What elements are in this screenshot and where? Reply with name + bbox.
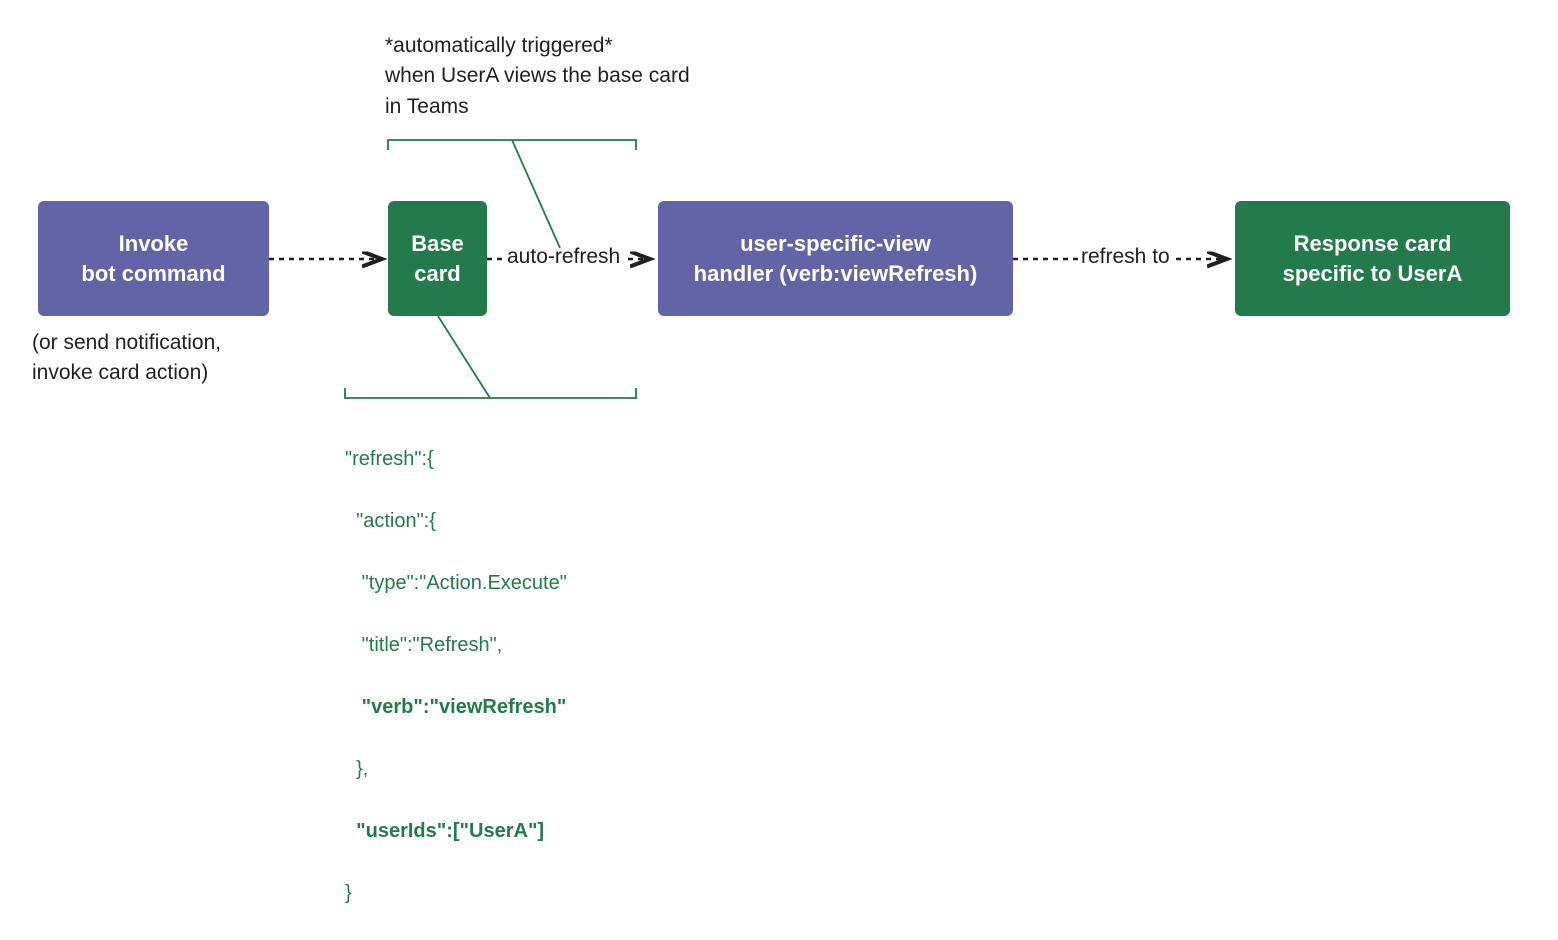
node-response-card: Response card specific to UserA — [1235, 201, 1510, 316]
node-handler-line1: user-specific-view — [694, 229, 978, 259]
json-line-4: "title":"Refresh", — [345, 630, 567, 661]
json-line-6: }, — [345, 754, 567, 785]
caption-trigger: *automatically triggered* when UserA vie… — [385, 31, 690, 122]
caption-invoke-sub: (or send notification, invoke card actio… — [32, 328, 221, 389]
json-line-5: "verb":"viewRefresh" — [345, 692, 567, 723]
node-response-line1: Response card — [1283, 229, 1463, 259]
diagram-connectors — [0, 0, 1558, 687]
node-response-line2: specific to UserA — [1283, 259, 1463, 289]
node-invoke-line1: Invoke — [81, 229, 225, 259]
node-handler-line2: handler (verb:viewRefresh) — [694, 259, 978, 289]
json-line-3: "type":"Action.Execute" — [345, 568, 567, 599]
edge-label-auto-refresh: auto-refresh — [507, 245, 620, 269]
node-invoke-line2: bot command — [81, 259, 225, 289]
node-base-card: Base card — [388, 201, 487, 316]
json-line-7: "userIds":["UserA"] — [345, 816, 567, 847]
node-base-line1: Base — [411, 229, 464, 259]
node-base-line2: card — [411, 259, 464, 289]
node-invoke-bot-command: Invoke bot command — [38, 201, 269, 316]
json-line-8: } — [345, 878, 567, 909]
json-line-1: "refresh":{ — [345, 444, 567, 475]
edge-label-refresh-to: refresh to — [1081, 245, 1170, 269]
json-annotation: "refresh":{ "action":{ "type":"Action.Ex… — [345, 413, 567, 940]
json-line-2: "action":{ — [345, 506, 567, 537]
node-handler: user-specific-view handler (verb:viewRef… — [658, 201, 1013, 316]
